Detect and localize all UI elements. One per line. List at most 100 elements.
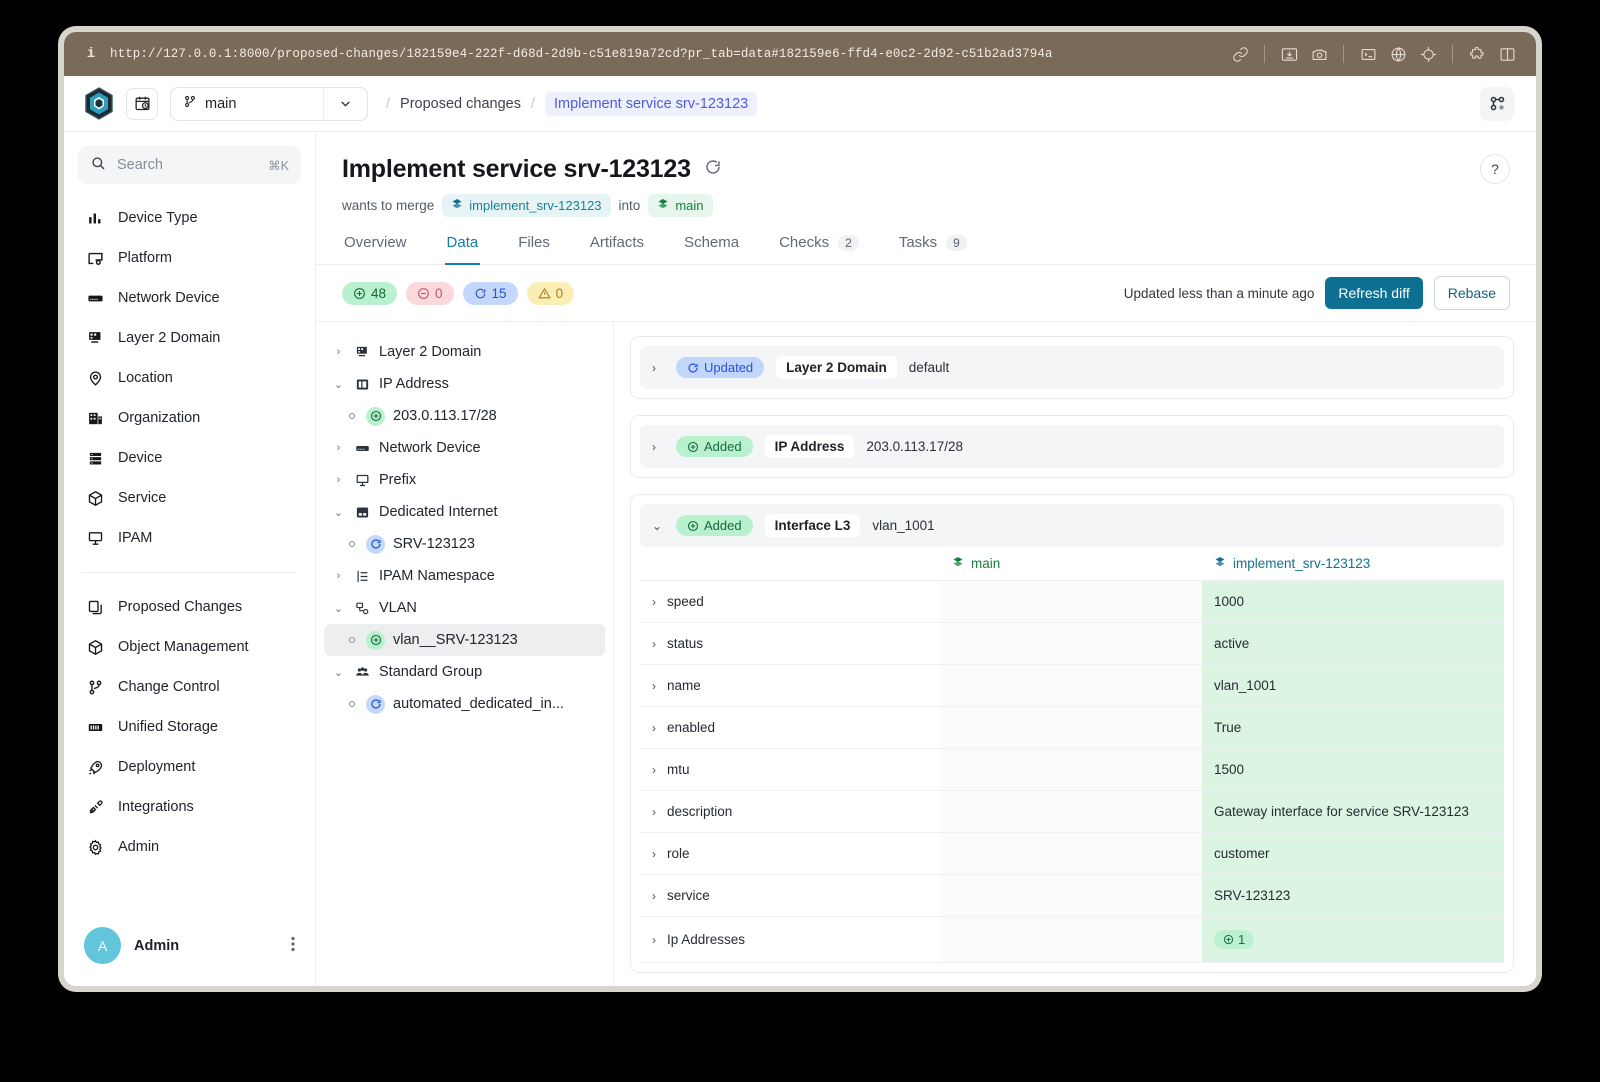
chevron-down-icon[interactable]: ⌄ bbox=[332, 602, 345, 615]
infrahub-logo[interactable] bbox=[84, 87, 114, 120]
tree-node-prefix[interactable]: › Prefix bbox=[324, 464, 605, 496]
source-branch-chip[interactable]: implement_srv-123123 bbox=[442, 194, 611, 217]
puzzle-icon[interactable] bbox=[1462, 41, 1492, 67]
sidebar-item-ipam[interactable]: IPAM bbox=[78, 518, 301, 558]
attribute-cell[interactable]: › mtu bbox=[640, 748, 940, 791]
chevron-down-icon[interactable]: ⌄ bbox=[332, 666, 345, 679]
table-row[interactable]: › speed 1000 bbox=[640, 580, 1504, 623]
sidebar-item-deployment[interactable]: Deployment bbox=[78, 747, 301, 787]
tree-node-network-device[interactable]: › Network Device bbox=[324, 432, 605, 464]
attribute-cell[interactable]: › speed bbox=[640, 580, 940, 623]
tree-node-203-0-113-17-28[interactable]: 203.0.113.17/28 bbox=[324, 400, 605, 432]
search-input[interactable]: Search ⌘K bbox=[78, 146, 301, 184]
sidebar-item-network-device[interactable]: Network Device bbox=[78, 278, 301, 318]
calendar-clock-icon[interactable] bbox=[126, 87, 158, 120]
status-badge-updated[interactable]: 15 bbox=[462, 281, 518, 305]
table-row[interactable]: › enabled True bbox=[640, 706, 1504, 749]
table-row[interactable]: › name vlan_1001 bbox=[640, 664, 1504, 707]
download-icon[interactable] bbox=[1274, 41, 1304, 67]
globe-icon[interactable] bbox=[1383, 41, 1413, 67]
tab-files[interactable]: Files bbox=[516, 234, 552, 265]
split-pane-icon[interactable] bbox=[1492, 41, 1522, 67]
tree-node-dedicated-internet[interactable]: ⌄ Dedicated Internet bbox=[324, 496, 605, 528]
sidebar-item-device-type[interactable]: Device Type bbox=[78, 198, 301, 238]
chevron-right-icon[interactable]: › bbox=[652, 637, 656, 651]
diff-card-header[interactable]: › Updated Layer 2 Domain default bbox=[640, 346, 1504, 389]
chevron-right-icon[interactable]: › bbox=[652, 805, 656, 819]
sidebar-item-integrations[interactable]: Integrations bbox=[78, 787, 301, 827]
chevron-right-icon[interactable]: › bbox=[332, 474, 345, 486]
chevron-right-icon[interactable]: › bbox=[652, 440, 664, 454]
sidebar-item-unified-storage[interactable]: Unified Storage bbox=[78, 707, 301, 747]
target-branch-chip[interactable]: main bbox=[648, 194, 713, 217]
diff-card-header[interactable]: ⌄ Added Interface L3 vlan_1001 bbox=[640, 504, 1504, 547]
chevron-right-icon[interactable]: › bbox=[652, 361, 664, 375]
attribute-cell[interactable]: › service bbox=[640, 874, 940, 917]
tree-node-automated-dedicated[interactable]: automated_dedicated_in... bbox=[324, 688, 605, 720]
chevron-right-icon[interactable]: › bbox=[332, 346, 345, 358]
sidebar-item-platform[interactable]: Platform bbox=[78, 238, 301, 278]
breadcrumb-parent[interactable]: Proposed changes bbox=[400, 96, 521, 112]
chevron-right-icon[interactable]: › bbox=[652, 889, 656, 903]
breadcrumb-current[interactable]: Implement service srv-123123 bbox=[544, 91, 758, 116]
sidebar-item-organization[interactable]: Organization bbox=[78, 398, 301, 438]
attribute-cell[interactable]: › Ip Addresses bbox=[640, 916, 940, 963]
sidebar-item-admin[interactable]: Admin bbox=[78, 827, 301, 867]
tree-node-vlan[interactable]: ⌄ VLAN bbox=[324, 592, 605, 624]
status-badge-added[interactable]: 48 bbox=[342, 281, 398, 305]
chevron-down-icon[interactable] bbox=[323, 87, 367, 120]
attribute-cell[interactable]: › description bbox=[640, 790, 940, 833]
tree-node-vlan-srv-123123[interactable]: vlan__SRV-123123 bbox=[324, 624, 605, 656]
tab-checks[interactable]: Checks 2 bbox=[777, 234, 861, 265]
tree-node-ipam-namespace[interactable]: › IPAM Namespace bbox=[324, 560, 605, 592]
chevron-down-icon[interactable]: ⌄ bbox=[332, 378, 345, 391]
chevron-right-icon[interactable]: › bbox=[332, 442, 345, 454]
chevron-right-icon[interactable]: › bbox=[652, 721, 656, 735]
branch-selector[interactable]: main bbox=[170, 86, 368, 121]
sidebar-item-proposed-changes[interactable]: Proposed Changes bbox=[78, 587, 301, 627]
url-text[interactable]: http://127.0.0.1:8000/proposed-changes/1… bbox=[104, 47, 1225, 61]
chevron-right-icon[interactable]: › bbox=[332, 570, 345, 582]
table-row[interactable]: › status active bbox=[640, 622, 1504, 665]
sidebar-item-change-control[interactable]: Change Control bbox=[78, 667, 301, 707]
status-badge-conflicts[interactable]: 0 bbox=[526, 281, 575, 305]
sidebar-item-service[interactable]: Service bbox=[78, 478, 301, 518]
tab-schema[interactable]: Schema bbox=[682, 234, 741, 265]
tab-data[interactable]: Data bbox=[444, 234, 481, 265]
attribute-cell[interactable]: › name bbox=[640, 664, 940, 707]
chevron-right-icon[interactable]: › bbox=[652, 595, 656, 609]
chevron-down-icon[interactable]: ⌄ bbox=[652, 519, 664, 533]
kebab-menu-icon[interactable] bbox=[291, 936, 295, 956]
attribute-cell[interactable]: › status bbox=[640, 622, 940, 665]
tab-tasks[interactable]: Tasks 9 bbox=[897, 234, 969, 265]
sidebar-item-location[interactable]: Location bbox=[78, 358, 301, 398]
target-icon[interactable] bbox=[1413, 41, 1443, 67]
refresh-diff-button[interactable]: Refresh diff bbox=[1325, 277, 1423, 309]
table-row[interactable]: › role customer bbox=[640, 832, 1504, 875]
tab-overview[interactable]: Overview bbox=[342, 234, 409, 265]
attribute-cell[interactable]: › role bbox=[640, 832, 940, 875]
table-row[interactable]: › Ip Addresses 1 bbox=[640, 916, 1504, 963]
diff-card-header[interactable]: › Added IP Address 203.0.113.17/28 bbox=[640, 425, 1504, 468]
sidebar-item-object-management[interactable]: Object Management bbox=[78, 627, 301, 667]
chevron-right-icon[interactable]: › bbox=[652, 847, 656, 861]
rebase-button[interactable]: Rebase bbox=[1433, 276, 1510, 310]
sidebar-item-device[interactable]: Device bbox=[78, 438, 301, 478]
attribute-cell[interactable]: › enabled bbox=[640, 706, 940, 749]
camera-icon[interactable] bbox=[1304, 41, 1334, 67]
link-icon[interactable] bbox=[1225, 41, 1255, 67]
tree-node-layer-2-domain[interactable]: › Layer 2 Domain bbox=[324, 336, 605, 368]
table-row[interactable]: › mtu 1500 bbox=[640, 748, 1504, 791]
sidebar-user-row[interactable]: A Admin bbox=[78, 919, 301, 972]
sidebar-item-layer-2-domain[interactable]: Layer 2 Domain bbox=[78, 318, 301, 358]
table-row[interactable]: › description Gateway interface for servi… bbox=[640, 790, 1504, 833]
chevron-down-icon[interactable]: ⌄ bbox=[332, 506, 345, 519]
graph-view-icon[interactable] bbox=[1480, 86, 1514, 121]
tree-node-ip-address[interactable]: ⌄ IP Address bbox=[324, 368, 605, 400]
table-row[interactable]: › service SRV-123123 bbox=[640, 874, 1504, 917]
tab-artifacts[interactable]: Artifacts bbox=[588, 234, 646, 265]
chevron-right-icon[interactable]: › bbox=[652, 933, 656, 947]
chevron-right-icon[interactable]: › bbox=[652, 763, 656, 777]
refresh-icon[interactable] bbox=[704, 158, 722, 181]
chevron-right-icon[interactable]: › bbox=[652, 679, 656, 693]
